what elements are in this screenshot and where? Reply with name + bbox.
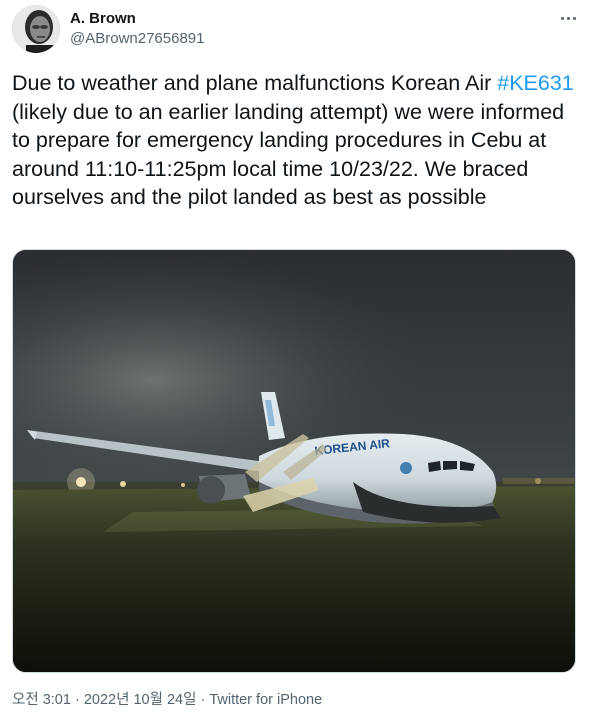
tweet-source[interactable]: Twitter for iPhone [209, 692, 322, 708]
avatar[interactable] [12, 5, 60, 53]
tweet-text: Due to weather and plane malfunctions Ko… [12, 69, 584, 212]
tweet-time[interactable]: 오전 3:01 [12, 692, 71, 708]
tweet-text-after: (likely due to an earlier landing attemp… [12, 99, 565, 210]
author-handle[interactable]: @ABrown27656891 [70, 30, 205, 48]
tweet-text-before: Due to weather and plane malfunctions Ko… [12, 71, 498, 95]
author-name[interactable]: A. Brown [70, 10, 136, 28]
tweet-date[interactable]: 2022년 10월 24일 [84, 692, 197, 708]
more-options-icon[interactable] [554, 7, 582, 29]
meta-separator: · [196, 692, 210, 708]
meta-separator: · [70, 692, 84, 708]
tweet-photo[interactable]: KOREAN AIR [12, 249, 576, 673]
tweet-meta: 오전 3:01 · 2022년 10월 24일 · Twitter for iP… [12, 691, 322, 709]
tweet-header: A. Brown @ABrown27656891 [12, 5, 584, 55]
hashtag-link[interactable]: #KE631 [497, 71, 574, 95]
tweet: A. Brown @ABrown27656891 Due to weather … [0, 0, 596, 721]
